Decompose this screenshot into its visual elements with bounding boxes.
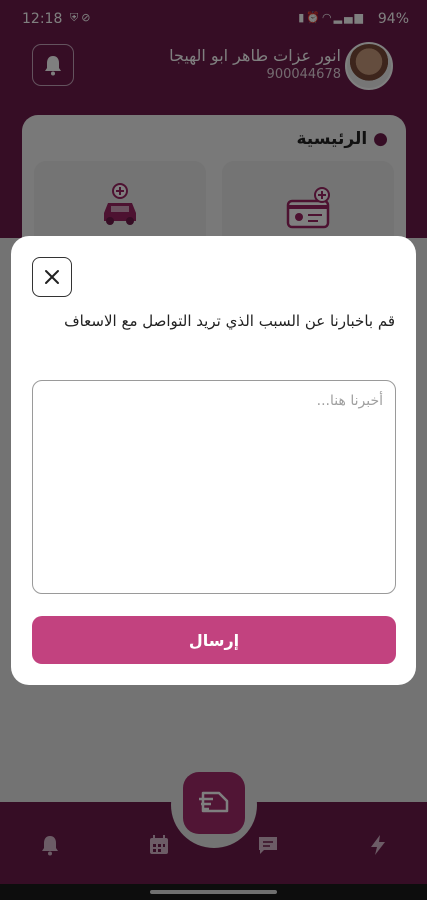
contact-ambulance-dialog: قم باخبارنا عن السبب الذي تريد التواصل م… <box>11 236 416 685</box>
dialog-prompt: قم باخبارنا عن السبب الذي تريد التواصل م… <box>64 312 395 330</box>
send-button[interactable]: إرسال <box>32 616 396 664</box>
close-button[interactable] <box>32 257 72 297</box>
message-input[interactable] <box>32 380 396 594</box>
close-icon <box>45 270 59 284</box>
